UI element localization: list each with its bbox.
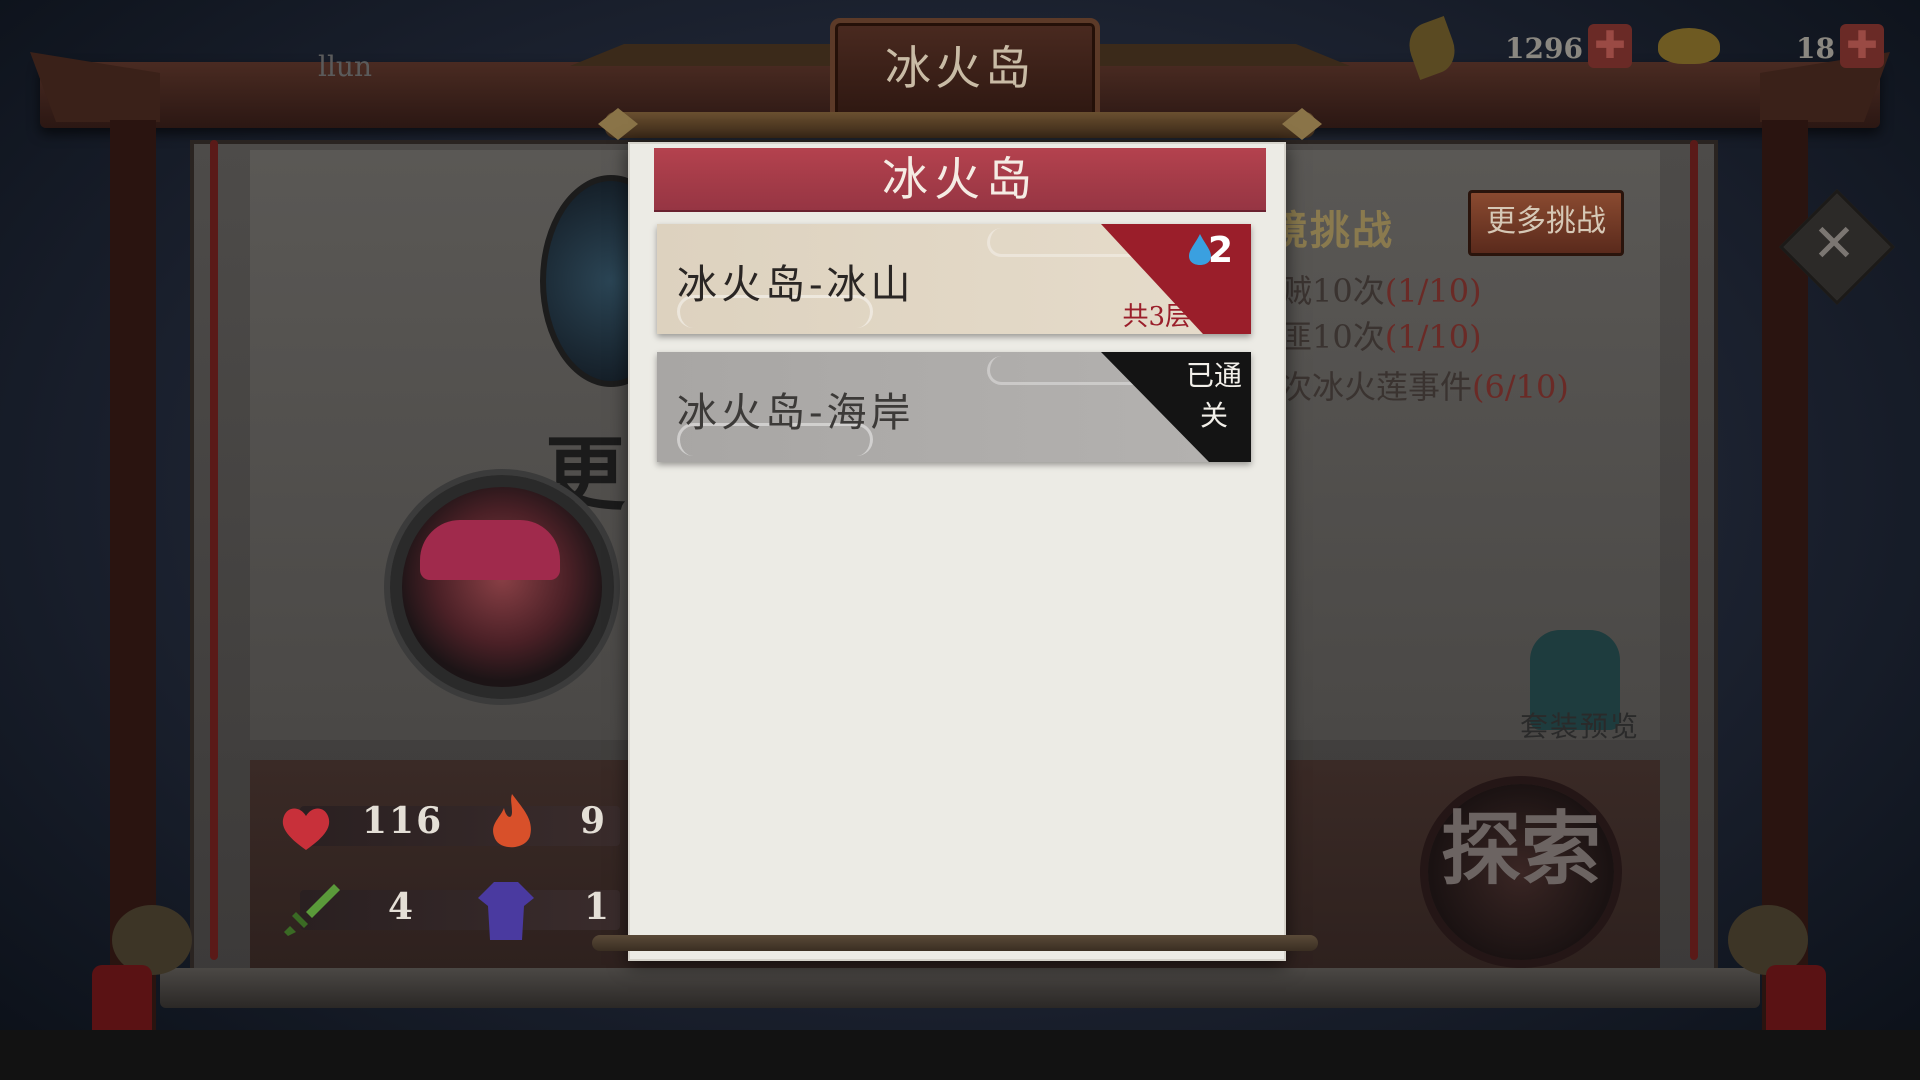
attack-stat-bar	[300, 890, 620, 930]
suit-preview-label[interactable]: 套装预览	[1520, 705, 1640, 745]
robe-icon	[478, 882, 534, 940]
floor-count: 共3层	[1122, 302, 1191, 332]
gold-ingot-icon	[1658, 28, 1720, 64]
level-card-ice-mountain[interactable]: 冰火岛-冰山 2 共3层	[657, 224, 1251, 334]
scroll-bottom-rod	[160, 968, 1760, 1008]
add-ingot-currency-button[interactable]: ✚	[1840, 24, 1884, 68]
level-card-coast[interactable]: 冰火岛-海岸 已通关	[657, 352, 1251, 462]
task-text: 匪10次	[1280, 318, 1385, 356]
attack-value: 4	[388, 886, 416, 928]
task-progress: (1/10)	[1384, 318, 1482, 356]
modal-bottom-rod	[592, 935, 1318, 951]
player-name: llun	[318, 50, 372, 83]
challenge-task: 次冰火莲事件(6/10)	[1280, 362, 1569, 408]
hp-value: 116	[362, 800, 444, 842]
fire-value: 9	[580, 800, 608, 842]
close-icon[interactable]: ✕	[1796, 206, 1872, 282]
cleared-badge: 已通关	[1185, 359, 1242, 432]
pillar-left	[110, 120, 156, 1040]
more-challenges-button[interactable]: 更多挑战	[1468, 190, 1624, 256]
challenge-task: 贼10次(1/10)	[1280, 266, 1482, 312]
level-name: 冰火岛-冰山	[677, 262, 915, 308]
fire-icon	[493, 794, 531, 848]
avatar-hair	[420, 520, 560, 580]
explore-label[interactable]: 探索	[1436, 809, 1606, 889]
rope-left	[210, 140, 218, 960]
task-text: 贼10次	[1280, 272, 1385, 310]
page-title: 冰火岛	[885, 41, 1035, 95]
character-avatar[interactable]	[390, 475, 614, 699]
ingot-currency-value: 18	[1796, 32, 1835, 65]
task-progress: (6/10)	[1472, 368, 1569, 406]
leaf-currency-value: 1296	[1505, 32, 1583, 65]
sword-icon	[284, 884, 340, 936]
task-text: 次冰火莲事件	[1280, 368, 1473, 406]
add-leaf-currency-button[interactable]: ✚	[1588, 24, 1632, 68]
defense-value: 1	[584, 886, 612, 928]
attempts-count: 2	[1207, 230, 1233, 271]
task-progress: (1/10)	[1384, 272, 1482, 310]
hp-stat-bar	[300, 806, 620, 846]
modal-title: 冰火岛	[882, 152, 1038, 206]
rope-right	[1690, 140, 1698, 960]
challenge-title: 境挑战	[1268, 207, 1394, 254]
challenge-task: 匪10次(1/10)	[1280, 312, 1482, 358]
level-name: 冰火岛-海岸	[677, 390, 915, 436]
modal-top-rod	[605, 112, 1315, 138]
heart-icon	[282, 808, 330, 850]
floor	[0, 1030, 1920, 1080]
